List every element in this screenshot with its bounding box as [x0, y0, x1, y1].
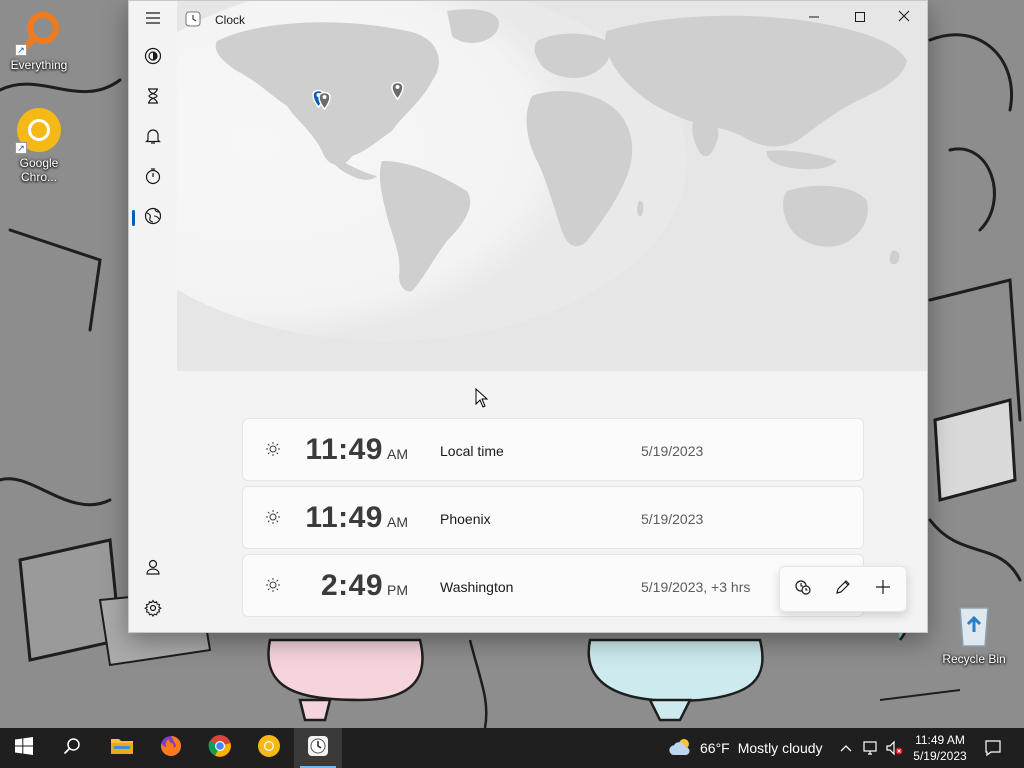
system-date: 5/19/2023 [913, 749, 967, 763]
nav-alarm[interactable] [133, 120, 173, 156]
desktop-icon-chrome-canary[interactable]: ↗ Google Chro... [4, 106, 74, 184]
world-map[interactable] [177, 1, 927, 371]
city-name: Washington [440, 579, 514, 595]
file-explorer-icon [110, 736, 134, 761]
desktop-icon-label: Recycle Bin [942, 652, 1006, 666]
taskbar-clock-app[interactable] [294, 728, 342, 768]
city-time: 2:49 [320, 569, 383, 602]
taskbar-chrome-canary[interactable] [245, 728, 293, 768]
person-icon [144, 558, 162, 581]
firefox-icon [159, 734, 183, 763]
city-ampm: AM [387, 514, 408, 530]
mouse-cursor-icon [475, 388, 489, 408]
shortcut-arrow-icon: ↗ [15, 44, 27, 56]
weather-widget[interactable]: 66°F Mostly cloudy [668, 728, 823, 768]
close-button[interactable] [881, 1, 927, 35]
taskbar: 66°F Mostly cloudy 11:49 AM 5/19/2023 [0, 728, 1024, 768]
add-city-button[interactable] [866, 572, 900, 606]
weather-condition: Mostly cloudy [737, 740, 823, 756]
desktop-icon-everything[interactable]: ↗ Everything [4, 8, 74, 72]
sun-icon [265, 577, 281, 598]
compare-button[interactable] [786, 572, 820, 606]
navigation-rail [129, 1, 177, 632]
clock-app-icon [185, 11, 201, 32]
chrome-icon [208, 734, 232, 763]
city-date: 5/19/2023, +3 hrs [641, 579, 751, 595]
clock-app-icon [307, 735, 329, 762]
city-time: 11:49 [305, 433, 383, 466]
network-icon[interactable] [862, 740, 878, 756]
window-title: Clock [215, 13, 246, 27]
city-date: 5/19/2023 [641, 511, 704, 527]
stopwatch-icon [144, 167, 162, 190]
start-button[interactable] [0, 728, 48, 768]
city-date: 5/19/2023 [641, 443, 704, 459]
focus-sessions-icon [144, 47, 162, 70]
minimize-button[interactable] [791, 1, 837, 35]
taskbar-file-explorer[interactable] [98, 728, 146, 768]
title-bar[interactable]: Clock [177, 1, 927, 37]
chrome-canary-icon [257, 734, 281, 763]
sun-icon [265, 441, 281, 462]
desktop-icon-label: Google Chro... [19, 156, 59, 184]
city-ampm: AM [387, 446, 408, 462]
cloudy-weather-icon [668, 737, 694, 760]
hamburger-icon [145, 10, 161, 31]
notification-icon[interactable] [984, 739, 1001, 757]
menu-button[interactable] [133, 2, 173, 38]
taskbar-chrome[interactable] [196, 728, 244, 768]
chevron-up-icon[interactable] [838, 740, 854, 756]
chrome-canary-icon: ↗ [15, 106, 63, 154]
gear-icon [144, 598, 162, 622]
shortcut-arrow-icon: ↗ [15, 142, 27, 154]
system-clock[interactable]: 11:49 AM 5/19/2023 [908, 732, 972, 764]
edit-icon [834, 578, 852, 601]
clock-app-window: Clock 11:49 AM Local time 5/19/2023 11:4… [128, 0, 928, 633]
city-ampm: PM [387, 582, 408, 598]
hourglass-icon [144, 87, 162, 110]
desktop-icon-label: Everything [10, 58, 68, 72]
compare-icon [794, 578, 812, 601]
city-time: 11:49 [305, 501, 383, 534]
desktop-icon-recycle-bin[interactable]: Recycle Bin [939, 602, 1009, 666]
city-card[interactable]: 11:49 AM Local time 5/19/2023 [242, 418, 864, 481]
recycle-bin-icon [950, 602, 998, 650]
bell-icon [144, 127, 162, 150]
nav-focus-sessions[interactable] [133, 40, 173, 76]
settings-button[interactable] [133, 592, 173, 628]
maximize-button[interactable] [837, 1, 883, 35]
search-button[interactable] [48, 728, 96, 768]
magnifier-icon: ↗ [15, 8, 63, 56]
maximize-icon [855, 9, 865, 27]
nav-timer[interactable] [133, 80, 173, 116]
city-name: Phoenix [440, 511, 491, 527]
minimize-icon [809, 9, 819, 27]
sun-icon [265, 509, 281, 530]
edit-button[interactable] [826, 572, 860, 606]
start-icon [15, 736, 33, 760]
search-icon [63, 737, 81, 760]
weather-temperature: 66°F [700, 740, 730, 756]
city-card[interactable]: 11:49 AM Phoenix 5/19/2023 [242, 486, 864, 549]
city-card[interactable]: 2:49 PM Washington 5/19/2023, +3 hrs [242, 554, 864, 617]
nav-world-clock[interactable] [132, 200, 173, 236]
add-icon [875, 579, 891, 600]
system-time: 11:49 AM [915, 733, 965, 747]
taskbar-firefox[interactable] [147, 728, 195, 768]
globe-icon [144, 207, 162, 230]
close-icon [898, 9, 910, 27]
volume-muted-icon[interactable] [886, 740, 903, 756]
nav-stopwatch[interactable] [133, 160, 173, 196]
city-name: Local time [440, 443, 504, 459]
account-button[interactable] [133, 551, 173, 587]
command-bar [779, 566, 907, 612]
